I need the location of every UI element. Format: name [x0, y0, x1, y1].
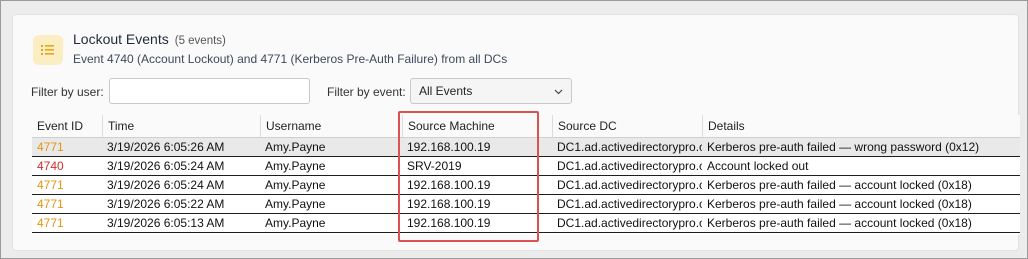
column-header-event-id[interactable]: Event ID [32, 115, 102, 137]
page-subtitle: Event 4740 (Account Lockout) and 4771 (K… [73, 52, 508, 66]
username-cell: Amy.Payne [265, 178, 326, 192]
filter-user-label: Filter by user: [31, 85, 104, 99]
column-header-username[interactable]: Username [260, 115, 402, 137]
source-machine-cell: 192.168.100.19 [407, 140, 491, 154]
source-machine-cell: 192.168.100.19 [407, 197, 491, 211]
event-id-cell: 4771 [37, 178, 64, 192]
window-frame: Lockout Events (5 events) Event 4740 (Acc… [0, 0, 1028, 259]
source-dc-cell: DC1.ad.activedirectorypro.c [557, 140, 702, 154]
username-cell: Amy.Payne [265, 197, 326, 211]
table-row[interactable]: 4771 3/19/2026 6:05:13 AM Amy.Payne 192.… [32, 214, 1020, 233]
event-id-cell: 4740 [37, 159, 64, 173]
time-cell: 3/19/2026 6:05:26 AM [107, 140, 225, 154]
username-cell: Amy.Payne [265, 159, 326, 173]
event-id-cell: 4771 [37, 197, 64, 211]
table-row[interactable]: 4771 3/19/2026 6:05:24 AM Amy.Payne 192.… [32, 176, 1020, 195]
chevron-down-icon [554, 84, 563, 98]
event-id-cell: 4771 [37, 216, 64, 230]
details-cell: Account locked out [707, 159, 809, 173]
username-cell: Amy.Payne [265, 216, 326, 230]
source-dc-cell: DC1.ad.activedirectorypro.c [557, 159, 702, 173]
filter-user-input[interactable] [109, 78, 310, 104]
table-row[interactable]: 4771 3/19/2026 6:05:26 AM Amy.Payne 192.… [32, 138, 1020, 157]
time-cell: 3/19/2026 6:05:24 AM [107, 178, 225, 192]
table-row[interactable]: 4771 3/19/2026 6:05:22 AM Amy.Payne 192.… [32, 195, 1020, 214]
details-cell: Kerberos pre-auth failed — account locke… [707, 216, 972, 230]
details-cell: Kerberos pre-auth failed — account locke… [707, 178, 972, 192]
source-machine-cell: 192.168.100.19 [407, 178, 491, 192]
column-header-source-machine[interactable]: Source Machine [402, 115, 552, 137]
table-header: Event ID Time Username Source Machine So… [32, 115, 1020, 138]
column-header-details[interactable]: Details [702, 115, 1020, 137]
filter-event-select[interactable]: All Events [410, 78, 572, 104]
filter-event-selected-value: All Events [419, 84, 473, 98]
username-cell: Amy.Payne [265, 140, 326, 154]
time-cell: 3/19/2026 6:05:24 AM [107, 159, 225, 173]
lockout-events-panel: Lockout Events (5 events) Event 4740 (Acc… [12, 14, 1020, 251]
source-machine-cell: 192.168.100.19 [407, 216, 491, 230]
event-count-badge: (5 events) [174, 35, 226, 47]
time-cell: 3/19/2026 6:05:22 AM [107, 197, 225, 211]
details-cell: Kerberos pre-auth failed — account locke… [707, 197, 972, 211]
details-cell: Kerberos pre-auth failed — wrong passwor… [707, 140, 980, 154]
source-dc-cell: DC1.ad.activedirectorypro.c [557, 216, 702, 230]
title-text: Lockout Events [73, 31, 169, 47]
source-machine-cell: SRV-2019 [407, 159, 462, 173]
time-cell: 3/19/2026 6:05:13 AM [107, 216, 225, 230]
table-row[interactable]: 4740 3/19/2026 6:05:24 AM Amy.Payne SRV-… [32, 157, 1020, 176]
filter-event-label: Filter by event: [327, 85, 406, 99]
lockout-events-table[interactable]: Event ID Time Username Source Machine So… [32, 115, 1020, 235]
list-icon [33, 35, 63, 65]
column-header-time[interactable]: Time [102, 115, 260, 137]
source-dc-cell: DC1.ad.activedirectorypro.c [557, 197, 702, 211]
column-header-source-dc[interactable]: Source DC [552, 115, 702, 137]
source-dc-cell: DC1.ad.activedirectorypro.c [557, 178, 702, 192]
page-title: Lockout Events (5 events) [73, 31, 226, 47]
event-id-cell: 4771 [37, 140, 64, 154]
